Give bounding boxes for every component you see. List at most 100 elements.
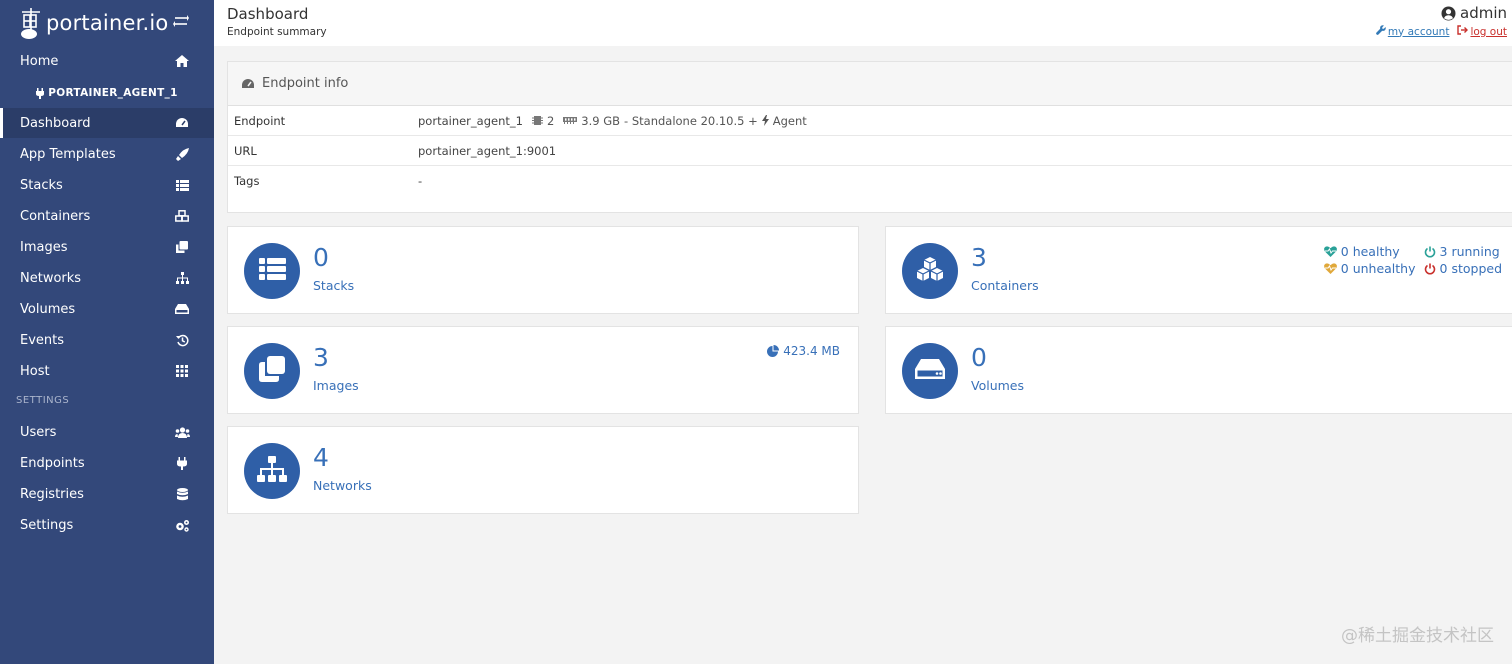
sidebar-item-label: Events bbox=[20, 332, 65, 348]
images-tile[interactable]: 3 Images 423.4 MB bbox=[227, 326, 859, 414]
user-menu[interactable]: admin bbox=[1376, 4, 1507, 22]
hdd-icon bbox=[174, 301, 190, 317]
sidebar-item-images[interactable]: Images bbox=[0, 232, 214, 262]
info-key: URL bbox=[234, 143, 257, 158]
images-size-value: 423.4 MB bbox=[783, 344, 840, 358]
sidebar-item-settings[interactable]: Settings bbox=[0, 510, 214, 540]
sidebar-item-users[interactable]: Users bbox=[0, 417, 214, 447]
sidebar-item-label: Images bbox=[20, 239, 68, 255]
swap-arrows-icon[interactable] bbox=[172, 12, 190, 30]
rocket-icon bbox=[174, 146, 190, 162]
networks-count: 4 bbox=[313, 443, 329, 472]
plug-icon bbox=[174, 455, 190, 471]
sidebar-item-label: Home bbox=[20, 53, 59, 69]
sidebar-item-dashboard[interactable]: Dashboard bbox=[0, 108, 214, 138]
url-row: URL portainer_agent_1:9001 bbox=[228, 136, 1512, 166]
sidebar-item-events[interactable]: Events bbox=[0, 325, 214, 355]
memory-value: 3.9 GB bbox=[581, 113, 621, 128]
stopped-status: 0 stopped bbox=[1424, 261, 1502, 276]
sidebar-item-app-templates[interactable]: App Templates bbox=[0, 139, 214, 169]
sidebar-item-label: Users bbox=[20, 424, 57, 440]
endpoint-info-title: Endpoint info bbox=[262, 76, 349, 91]
sidebar-item-networks[interactable]: Networks bbox=[0, 263, 214, 293]
stacks-icon-circle bbox=[244, 243, 300, 299]
pie-chart-icon bbox=[767, 345, 780, 357]
info-key: Tags bbox=[234, 174, 260, 188]
endpoint-info-panel: Endpoint info Endpoint portainer_agent_1… bbox=[227, 61, 1512, 213]
username: admin bbox=[1460, 4, 1507, 22]
list-icon bbox=[174, 177, 190, 193]
sidebar-item-label: Networks bbox=[20, 270, 82, 286]
volumes-tile[interactable]: 0 Volumes bbox=[885, 326, 1512, 414]
power-icon bbox=[1424, 246, 1436, 258]
sidebar-item-containers[interactable]: Containers bbox=[0, 201, 214, 231]
tags-value: - bbox=[418, 174, 423, 188]
sidebar-item-home[interactable]: Home bbox=[0, 46, 214, 76]
cubes-icon bbox=[174, 208, 190, 224]
sidebar-item-volumes[interactable]: Volumes bbox=[0, 294, 214, 324]
wrench-icon bbox=[1375, 25, 1386, 38]
sidebar-item-label: Settings bbox=[20, 517, 74, 533]
endpoint-name: PORTAINER_AGENT_1 bbox=[48, 87, 178, 99]
portainer-logo-icon bbox=[20, 6, 42, 40]
volumes-count: 0 bbox=[971, 343, 987, 372]
user-block: admin my account log out bbox=[1375, 4, 1507, 38]
sitemap-icon bbox=[174, 270, 190, 286]
endpoint-info-header: Endpoint info bbox=[228, 62, 1512, 106]
sidebar-item-label: Endpoints bbox=[20, 455, 85, 471]
log-out-label: log out bbox=[1470, 25, 1507, 38]
brand-name: portainer.io bbox=[46, 11, 169, 35]
sidebar-item-label: App Templates bbox=[20, 146, 116, 162]
my-account-link[interactable]: my account bbox=[1375, 25, 1449, 38]
dashboard-icon bbox=[174, 115, 190, 131]
sidebar-item-label: Volumes bbox=[20, 301, 76, 317]
cpu-count: 2 bbox=[546, 113, 555, 128]
sitemap-icon bbox=[257, 456, 287, 486]
log-out-link[interactable]: log out bbox=[1457, 25, 1507, 38]
images-size: 423.4 MB bbox=[767, 344, 840, 358]
url-value: portainer_agent_1:9001 bbox=[418, 143, 557, 158]
cubes-icon bbox=[916, 257, 944, 285]
sidebar-item-host[interactable]: Host bbox=[0, 356, 214, 386]
memory-icon bbox=[563, 116, 578, 125]
clone-icon bbox=[174, 239, 190, 255]
unhealthy-count: 0 unhealthy bbox=[1340, 261, 1416, 276]
networks-label: Networks bbox=[313, 478, 372, 493]
home-icon bbox=[174, 53, 190, 69]
docker-details: - Standalone 20.10.5 + bbox=[624, 113, 758, 128]
containers-icon-circle bbox=[902, 243, 958, 299]
endpoint-name-value: portainer_agent_1 bbox=[418, 113, 523, 128]
sidebar-item-registries[interactable]: Registries bbox=[0, 479, 214, 509]
unhealthy-status: 0 unhealthy bbox=[1323, 261, 1416, 276]
cpu-icon bbox=[531, 115, 543, 126]
running-status: 3 running bbox=[1424, 244, 1502, 259]
grid-icon bbox=[174, 363, 190, 379]
containers-tile[interactable]: 3 Containers 0 healthy 3 running 0 unhea… bbox=[885, 226, 1512, 314]
stacks-tile[interactable]: 0 Stacks bbox=[227, 226, 859, 314]
settings-section-title: SETTINGS bbox=[16, 395, 70, 406]
cogs-icon bbox=[174, 517, 190, 533]
brand[interactable]: portainer.io bbox=[0, 0, 214, 46]
running-count: 3 running bbox=[1439, 244, 1500, 259]
stopped-count: 0 stopped bbox=[1439, 261, 1502, 276]
sidebar-item-label: Stacks bbox=[20, 177, 63, 193]
heartbeat-icon bbox=[1323, 263, 1337, 274]
sidebar-item-label: Containers bbox=[20, 208, 91, 224]
sidebar-item-stacks[interactable]: Stacks bbox=[0, 170, 214, 200]
volumes-label: Volumes bbox=[971, 378, 1025, 393]
networks-tile[interactable]: 4 Networks bbox=[227, 426, 859, 514]
tags-row: Tags - bbox=[228, 166, 1512, 196]
page-subtitle: Endpoint summary bbox=[227, 26, 327, 38]
bolt-icon bbox=[761, 115, 769, 126]
sidebar-item-label: Dashboard bbox=[20, 115, 91, 131]
networks-icon-circle bbox=[244, 443, 300, 499]
healthy-count: 0 healthy bbox=[1340, 244, 1400, 259]
volumes-icon-circle bbox=[902, 343, 958, 399]
images-count: 3 bbox=[313, 343, 329, 372]
stacks-label: Stacks bbox=[313, 278, 355, 293]
sign-out-icon bbox=[1457, 25, 1469, 38]
heartbeat-icon bbox=[1323, 246, 1337, 257]
images-label: Images bbox=[313, 378, 359, 393]
sidebar-item-endpoints[interactable]: Endpoints bbox=[0, 448, 214, 478]
watermark: @稀土掘金技术社区 bbox=[1341, 626, 1494, 646]
